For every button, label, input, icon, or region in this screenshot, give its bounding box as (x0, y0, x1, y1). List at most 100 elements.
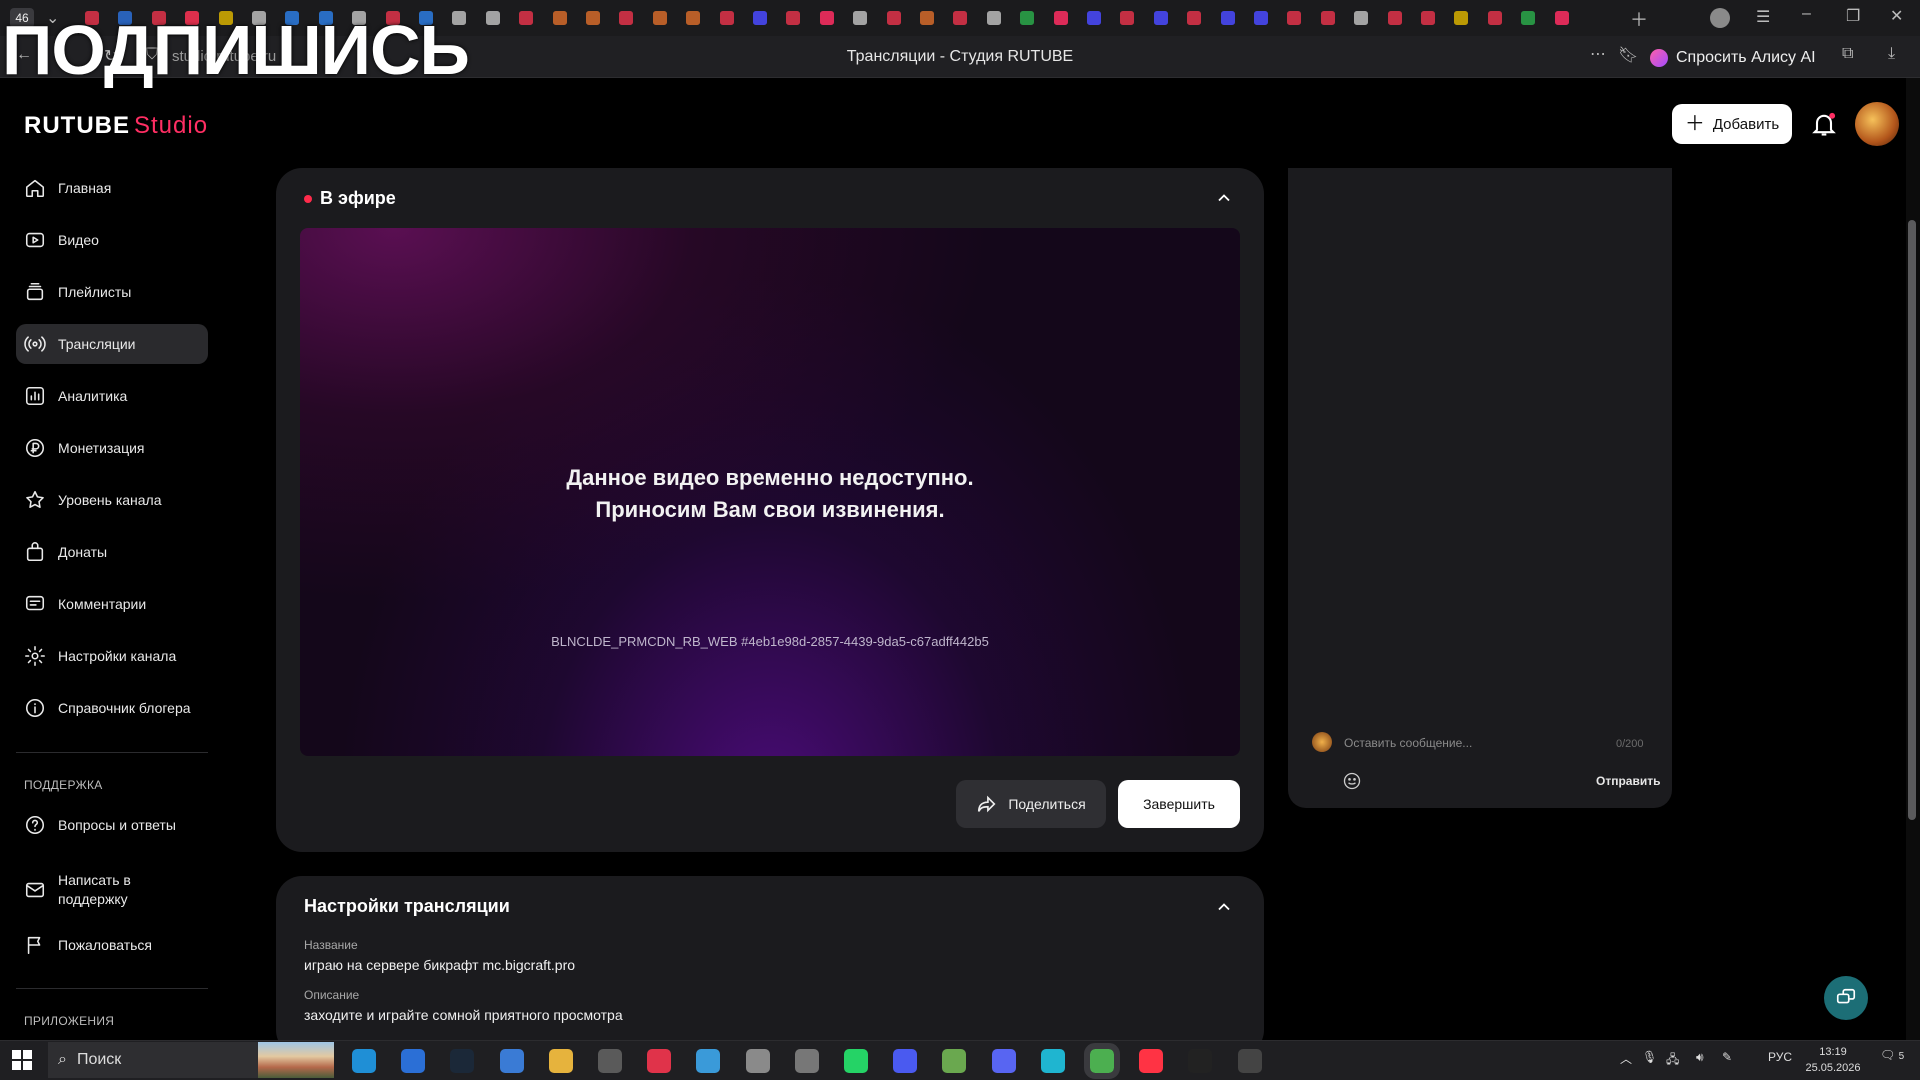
clock-time: 13:19 (1819, 1046, 1847, 1058)
browser-tab[interactable] (1053, 11, 1068, 25)
profile-icon[interactable] (1710, 8, 1730, 28)
store-icon[interactable] (696, 1049, 721, 1073)
sidebar-item-donations[interactable]: Донаты (16, 532, 208, 572)
browser-tab[interactable] (819, 11, 834, 25)
sidebar-item-monetization[interactable]: Монетизация (16, 428, 208, 468)
mic-icon[interactable]: 🎙︎ (1642, 1050, 1657, 1064)
browser-tab[interactable] (786, 11, 801, 25)
browser-tab[interactable] (485, 11, 500, 25)
minecraft-launcher-icon[interactable] (1084, 1043, 1120, 1079)
browser-tab[interactable] (953, 11, 968, 25)
browser-tab[interactable] (853, 11, 868, 25)
browser-tab[interactable] (1020, 11, 1035, 25)
notifications-button[interactable]: 🗨︎ 5 (1880, 1048, 1904, 1062)
rutube-studio-logo[interactable]: RUTUBE Studio (24, 112, 208, 140)
sidebar-item-home[interactable]: Главная (16, 168, 208, 208)
language-indicator[interactable]: РУС (1768, 1050, 1792, 1064)
whatsapp-icon[interactable] (844, 1049, 868, 1073)
sidebar-item-contact-support[interactable]: Написать в поддержку (16, 864, 208, 916)
browser-tab[interactable] (1220, 11, 1235, 25)
mail-app-icon[interactable] (1188, 1049, 1213, 1073)
share-button[interactable]: Поделиться (956, 780, 1106, 828)
sidebar-item-faq[interactable]: Вопросы и ответы (16, 805, 208, 845)
paint-icon[interactable] (745, 1049, 770, 1073)
restore-icon[interactable]: ❐ (1846, 6, 1860, 26)
obs-icon[interactable] (1237, 1049, 1262, 1073)
collapse-live-chevron-up-icon[interactable] (1214, 188, 1234, 208)
collapse-settings-chevron-up-icon[interactable] (1214, 897, 1234, 917)
browser-tab[interactable] (1087, 11, 1101, 25)
steam-icon[interactable] (450, 1049, 475, 1073)
browser-tab[interactable] (886, 11, 901, 25)
browser-tab[interactable] (1421, 11, 1435, 25)
browser-tab[interactable] (619, 11, 634, 25)
outlook-icon[interactable] (401, 1049, 426, 1073)
minimize-icon[interactable]: – (1802, 5, 1811, 23)
windows-start-icon[interactable] (12, 1050, 32, 1070)
notification-icon: 🗨︎ (1880, 1048, 1896, 1062)
browser-tab[interactable] (1120, 11, 1135, 25)
close-icon[interactable]: ✕ (1890, 6, 1903, 26)
browser-tab[interactable] (519, 11, 534, 25)
browser-tab[interactable] (1153, 11, 1168, 25)
browser-tab[interactable] (1254, 11, 1268, 25)
ask-alice-button[interactable]: Спросить Алису AI (1650, 45, 1820, 71)
browser-tab[interactable] (1187, 11, 1202, 25)
printer-icon[interactable] (794, 1049, 819, 1073)
user-avatar[interactable] (1855, 102, 1899, 146)
new-tab-icon[interactable]: ＋ (1630, 6, 1648, 32)
browser-tab[interactable] (1554, 11, 1569, 25)
app-icon[interactable] (499, 1049, 524, 1073)
yandex-browser-icon[interactable] (1139, 1049, 1164, 1073)
sidebar-item-label: Донаты (58, 544, 108, 560)
network-icon[interactable]: 🖧 (1666, 1050, 1679, 1071)
chat-send-button[interactable]: Отправить (1596, 774, 1660, 788)
add-button[interactable]: ＋ Добавить (1672, 104, 1792, 144)
browser-tab[interactable] (586, 11, 600, 25)
bell-icon[interactable] (1810, 110, 1838, 138)
camera-icon[interactable] (598, 1049, 622, 1073)
emoji-icon[interactable] (1342, 771, 1362, 791)
vpn-icon[interactable] (893, 1049, 918, 1073)
sidebar-item-comments[interactable]: Комментарии (16, 584, 208, 624)
yandex-icon[interactable] (647, 1049, 672, 1073)
sidebar-item-streams[interactable]: Трансляции (16, 324, 208, 364)
scrollbar-thumb[interactable] (1908, 220, 1916, 820)
edge-icon[interactable] (352, 1049, 376, 1073)
browser-tab[interactable] (552, 11, 567, 25)
browser-tab[interactable] (1454, 11, 1469, 25)
browser-tab[interactable] (1487, 11, 1502, 25)
tray-chevron-up-icon[interactable]: ︿ (1620, 1050, 1632, 1067)
volume-icon[interactable]: 🔊︎ (1696, 1050, 1704, 1065)
browser-tab[interactable] (652, 11, 667, 25)
sidebar-item-channel-settings[interactable]: Настройки канала (16, 636, 208, 676)
browser-tab[interactable] (719, 11, 734, 25)
browser-tab[interactable] (920, 11, 934, 25)
minecraft-icon[interactable] (942, 1049, 967, 1073)
browser-tab[interactable] (1320, 11, 1335, 25)
browser-tab[interactable] (1354, 11, 1369, 25)
search-icon: ⌕ (58, 1051, 67, 1068)
browser-tab[interactable] (686, 11, 701, 25)
browser-tab[interactable] (1521, 11, 1536, 25)
sidebar-item-report[interactable]: Пожаловаться (16, 925, 208, 965)
discord-icon[interactable] (991, 1049, 1016, 1073)
chat-message-input[interactable]: Оставить сообщение... (1344, 736, 1472, 750)
folder-icon[interactable] (548, 1049, 573, 1073)
sidebar-item-analytics[interactable]: Аналитика (16, 376, 208, 416)
browser-tab[interactable] (753, 11, 767, 25)
browser-tab[interactable] (1287, 11, 1302, 25)
help-chat-button[interactable] (1824, 976, 1868, 1020)
sidebar-item-blogger-guide[interactable]: Справочник блогера (16, 688, 208, 728)
sidebar-item-playlists[interactable]: Плейлисты (16, 272, 208, 312)
sidebar-item-channel-level[interactable]: Уровень канала (16, 480, 208, 520)
chat-char-counter: 0/200 (1616, 738, 1644, 750)
end-stream-button[interactable]: Завершить (1118, 780, 1240, 828)
shield-app-icon[interactable] (1040, 1049, 1065, 1073)
sidebar-item-video[interactable]: Видео (16, 220, 208, 260)
pen-icon[interactable]: ✎ (1722, 1050, 1732, 1064)
browser-tab[interactable] (1387, 11, 1402, 25)
browser-tab[interactable] (986, 11, 1001, 25)
menu-icon[interactable]: ☰ (1756, 7, 1770, 27)
taskbar-clock[interactable]: 13:19 25.05.2026 (1798, 1044, 1868, 1076)
